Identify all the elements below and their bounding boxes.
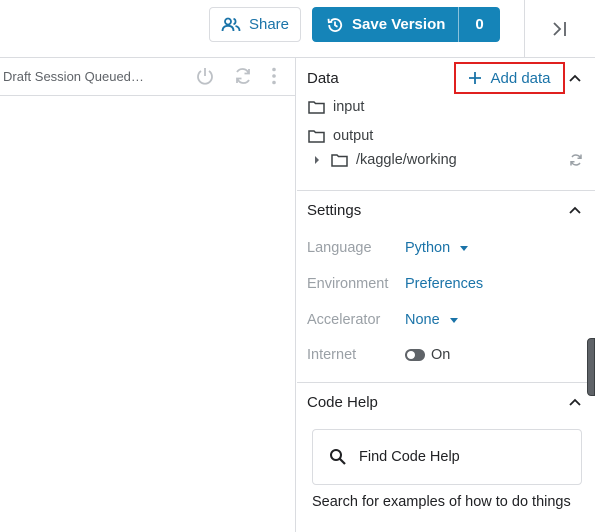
- share-button[interactable]: Share: [209, 7, 301, 42]
- setting-label: Language: [307, 240, 372, 256]
- environment-link[interactable]: Preferences: [405, 276, 483, 292]
- tree-item-label: output: [333, 128, 374, 144]
- toggle-switch[interactable]: [405, 349, 425, 361]
- caret-down-icon: [449, 317, 458, 323]
- search-icon: [330, 449, 346, 465]
- tree-item-label: /kaggle/working: [356, 152, 457, 168]
- session-bar: Draft Session Queued…: [0, 58, 295, 96]
- setting-label: Environment: [307, 276, 389, 292]
- save-version-button[interactable]: Save Version 0: [312, 7, 500, 42]
- code-help-search-label: Find Code Help: [359, 449, 460, 465]
- chevron-up-icon[interactable]: [568, 395, 582, 409]
- folder-icon: [308, 101, 325, 114]
- more-vert-icon[interactable]: [271, 66, 277, 86]
- code-help-title: Code Help: [307, 393, 378, 411]
- add-data-label: Add data: [490, 69, 551, 87]
- version-count-badge[interactable]: 0: [458, 7, 500, 42]
- save-version-main[interactable]: Save Version: [312, 7, 458, 42]
- collapse-panel-button[interactable]: [524, 0, 595, 58]
- session-controls: [195, 66, 277, 86]
- top-toolbar: Share Save Version 0: [0, 0, 595, 58]
- data-section-title: Data: [307, 69, 339, 87]
- editor-pane: Draft Session Queued…: [0, 58, 296, 532]
- chevron-up-icon[interactable]: [568, 71, 582, 85]
- history-icon: [327, 17, 343, 32]
- collapse-right-icon: [553, 22, 566, 36]
- chevron-up-icon[interactable]: [568, 203, 582, 217]
- plus-icon: [469, 72, 482, 84]
- settings-section-header[interactable]: Settings: [297, 200, 595, 220]
- internet-value: On: [431, 347, 451, 363]
- caret-right-icon[interactable]: [313, 155, 321, 165]
- people-icon: [221, 17, 241, 31]
- add-data-button[interactable]: Add data: [454, 62, 565, 94]
- save-version-label: Save Version: [352, 16, 446, 33]
- setting-accelerator: Accelerator None: [307, 312, 458, 328]
- section-divider: [297, 190, 595, 191]
- language-value: Python: [405, 240, 451, 256]
- share-label: Share: [248, 16, 290, 33]
- accelerator-value: None: [405, 312, 440, 328]
- refresh-icon[interactable]: [569, 153, 583, 167]
- folder-icon: [308, 130, 325, 143]
- setting-label: Accelerator: [307, 312, 381, 328]
- accelerator-select[interactable]: None: [405, 312, 458, 328]
- setting-language: Language Python: [307, 240, 469, 256]
- setting-environment: Environment Preferences: [307, 276, 483, 292]
- settings-section-title: Settings: [307, 201, 362, 219]
- tree-item-label: input: [333, 99, 365, 115]
- setting-internet: Internet On: [307, 347, 450, 363]
- section-divider: [297, 382, 595, 383]
- power-icon[interactable]: [195, 66, 215, 86]
- internet-toggle[interactable]: On: [405, 347, 450, 363]
- code-help-section-header[interactable]: Code Help: [297, 392, 595, 412]
- restart-icon[interactable]: [233, 66, 253, 86]
- side-panel: Data Add data input output /kaggle/worki…: [297, 58, 595, 532]
- caret-down-icon: [460, 245, 469, 251]
- setting-label: Internet: [307, 347, 357, 363]
- folder-icon: [331, 154, 348, 167]
- tree-item-output[interactable]: output: [308, 128, 373, 144]
- language-select[interactable]: Python: [405, 240, 469, 256]
- code-help-search-button[interactable]: Find Code Help: [312, 429, 582, 485]
- panel-resize-handle[interactable]: [587, 338, 595, 396]
- session-status: Draft Session Queued…: [3, 69, 144, 84]
- tree-item-working[interactable]: /kaggle/working: [313, 152, 457, 168]
- tree-item-input[interactable]: input: [308, 99, 364, 115]
- code-help-description: Search for examples of how to do things: [312, 494, 571, 510]
